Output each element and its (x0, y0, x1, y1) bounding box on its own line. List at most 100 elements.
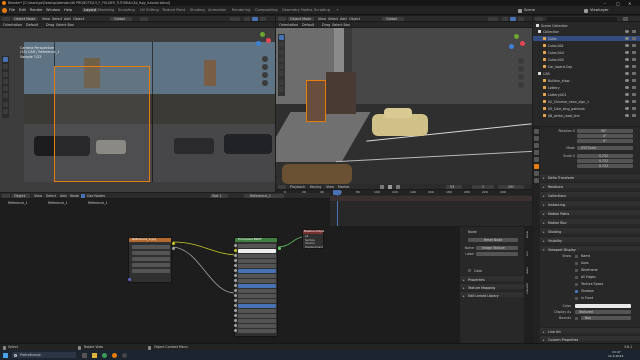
properties-section[interactable]: ▸ Motion Paths (540, 209, 640, 216)
show-checkbox[interactable] (575, 262, 578, 265)
render-camera-icon[interactable] (632, 44, 636, 47)
gizmo-z-axis-icon[interactable] (509, 44, 514, 49)
editor-type-button[interactable] (2, 17, 10, 21)
visibility-eye-icon[interactable] (625, 86, 629, 89)
render-camera-icon[interactable] (632, 79, 636, 82)
bsdf-input-socket-icon[interactable] (233, 244, 237, 248)
bsdf-input-field[interactable] (238, 294, 276, 298)
scene-collection-row[interactable]: Scene Collection (533, 23, 640, 28)
render-camera-icon[interactable] (632, 93, 636, 96)
bsdf-input-socket-icon[interactable] (233, 299, 237, 303)
blender-taskbar-icon[interactable] (112, 352, 117, 358)
bounds-checkbox[interactable] (575, 317, 578, 320)
bsdf-input-socket-icon[interactable] (233, 314, 237, 318)
bsdf-input-field[interactable] (238, 304, 276, 308)
cursor-tool-icon[interactable] (279, 42, 284, 47)
shading-options-button[interactable] (260, 17, 266, 21)
visibility-eye-icon[interactable] (625, 72, 629, 75)
scale-tool-icon[interactable] (3, 86, 8, 91)
filter-icon[interactable] (623, 17, 628, 21)
sidebar-tab-node[interactable]: Node (525, 231, 528, 238)
principled-bsdf-node[interactable]: Principled BSDF (233, 237, 281, 337)
view-layer-selector[interactable]: ViewLayer (590, 8, 609, 12)
properties-section[interactable]: ▸ Delta Transform (540, 173, 640, 180)
section-texture-mapping[interactable]: ▸ Texture Mapping (460, 283, 532, 290)
bsdf-input-field[interactable] (238, 279, 276, 283)
menu-view[interactable]: View (326, 185, 334, 189)
file-explorer-icon[interactable] (92, 352, 97, 358)
render-camera-icon[interactable] (632, 30, 636, 33)
bsdf-input-socket-icon[interactable] (233, 264, 237, 268)
drag-value[interactable]: Select Box (56, 23, 74, 27)
menu-add[interactable]: Add (64, 17, 71, 21)
sidebar-tab-tool[interactable]: Tool (525, 251, 528, 256)
bsdf-input-socket-icon[interactable] (233, 319, 237, 323)
properties-editor[interactable]: Rotation X 90° 0° 0° Mode XYZ Euler Scal… (533, 127, 640, 343)
gizmo-x-axis-icon[interactable] (520, 41, 525, 46)
add-workspace-icon[interactable]: + (336, 8, 339, 12)
camera-view-icon[interactable] (518, 74, 524, 80)
blender-menu-icon[interactable] (2, 8, 7, 13)
measure-tool-icon[interactable] (279, 87, 284, 92)
section-properties[interactable]: ▸ Properties (460, 275, 532, 282)
section-line-art[interactable]: ▸ Line Art (540, 327, 640, 334)
navigation-gizmo[interactable] (508, 34, 526, 52)
world-tab-icon[interactable] (534, 157, 539, 162)
shading-solid-button[interactable] (244, 17, 250, 21)
show-checkbox[interactable] (575, 283, 578, 286)
outliner-row[interactable]: Cube.004 (533, 50, 640, 55)
principled-bsdf-node-header[interactable]: Principled BSDF (235, 238, 277, 242)
rotate-tool-icon[interactable] (3, 79, 8, 84)
menu-select[interactable]: Select (328, 17, 338, 21)
cursor-tool-icon[interactable] (3, 64, 8, 69)
jump-start-icon[interactable] (380, 185, 384, 189)
move-tool-icon[interactable] (279, 50, 284, 55)
visibility-eye-icon[interactable] (625, 51, 629, 54)
outliner-row[interactable]: Buildsn_shop (533, 78, 640, 83)
menu-render[interactable]: Render (30, 8, 43, 12)
show-checkbox[interactable] (575, 297, 578, 300)
outliner-row[interactable]: 05_Cole_sing_paintola (533, 106, 640, 111)
menu-file[interactable]: File (9, 8, 15, 12)
sidebar-tab-view[interactable]: View (525, 267, 528, 274)
outliner-row[interactable]: Lottery (533, 85, 640, 90)
tab-geometry-nodes[interactable]: Geometry Nodes (282, 8, 312, 12)
bsdf-output-socket-icon[interactable] (277, 246, 281, 250)
outliner-row[interactable]: Cube.005 (533, 57, 640, 62)
render-camera-icon[interactable] (632, 37, 636, 40)
shading-options-button[interactable] (518, 17, 524, 21)
move-tool-icon[interactable] (3, 72, 8, 77)
tab-uv-editing[interactable]: UV Editing (140, 8, 159, 12)
bsdf-input-field[interactable] (238, 314, 276, 318)
shading-render-button[interactable] (252, 17, 258, 21)
render-camera-icon[interactable] (632, 86, 636, 89)
select-tool-icon[interactable] (279, 35, 284, 40)
orientation-value[interactable]: Default (302, 23, 314, 27)
properties-section[interactable]: ▸ Motion Blur (540, 218, 640, 225)
bsdf-input-field[interactable] (238, 249, 276, 253)
bsdf-input-socket-icon[interactable] (233, 259, 237, 263)
bsdf-input-field[interactable] (238, 254, 276, 258)
render-camera-icon[interactable] (632, 100, 636, 103)
bsdf-input-field[interactable] (238, 324, 276, 328)
tab-modeling[interactable]: Modeling (98, 8, 114, 12)
gizmo-y-axis-icon[interactable] (514, 34, 519, 39)
gizmo-z-axis-icon[interactable] (256, 41, 261, 46)
gizmo-x-axis-icon[interactable] (266, 38, 271, 43)
bsdf-input-socket-icon[interactable] (233, 309, 237, 313)
show-checkbox[interactable] (575, 269, 578, 272)
material-tab-icon[interactable] (534, 178, 539, 183)
visibility-eye-icon[interactable] (625, 37, 629, 40)
outliner-row[interactable]: 06_white_road_line (533, 113, 640, 118)
transform-tool-icon[interactable] (279, 71, 284, 76)
left-viewport[interactable]: Object Mode View Select Add Object Globa… (0, 16, 275, 192)
properties-section[interactable]: ▾ Viewport Display (540, 245, 640, 252)
render-camera-icon[interactable] (632, 72, 636, 75)
menu-marker[interactable]: Marker (338, 185, 350, 189)
navigation-gizmo[interactable] (254, 32, 272, 50)
bsdf-input-field[interactable] (238, 309, 276, 313)
minimize-icon[interactable]: – (604, 1, 606, 6)
start-button-icon[interactable] (3, 352, 8, 358)
menu-keying[interactable]: Keying (310, 185, 321, 189)
properties-section[interactable]: ▸ Relations (540, 182, 640, 189)
